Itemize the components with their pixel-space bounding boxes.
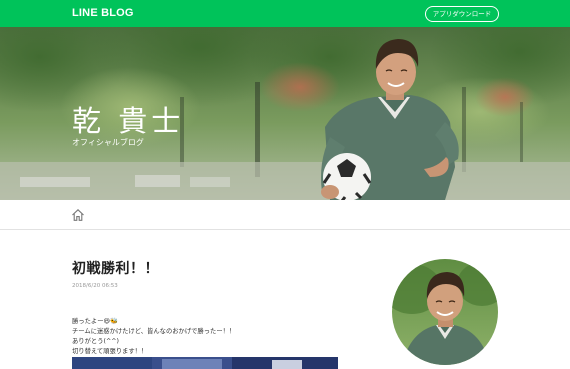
avatar-photo	[392, 259, 498, 365]
blogger-name: 乾 貴士	[72, 104, 185, 138]
hero-banner: 乾 貴士 オフィシャルブログ	[0, 27, 570, 200]
post-body: 勝ったよー😆🐝 チームに迷惑かけたけど、皆んなのおかげで勝ったー！！ ありがとう…	[72, 317, 235, 357]
official-blog-label: オフィシャルブログ	[72, 138, 144, 147]
post-line: チームに迷惑かけたけど、皆んなのおかげで勝ったー！！	[72, 328, 236, 335]
top-header: LINE BLOG アプリダウンロード	[0, 0, 570, 27]
post-line: 切り替えて頑張ります！！	[72, 348, 148, 355]
post-photo	[72, 357, 338, 369]
home-icon[interactable]	[71, 208, 85, 222]
post-line: ありがとう(^^)	[72, 338, 119, 345]
post-line: 勝ったよー😆🐝	[72, 318, 118, 325]
breadcrumb-bar	[0, 200, 570, 230]
post-date: 2018/6/20 06:53	[72, 283, 118, 289]
profile-avatar[interactable]	[392, 259, 498, 365]
app-download-button[interactable]: アプリダウンロード	[425, 6, 499, 22]
line-blog-logo[interactable]: LINE BLOG	[72, 7, 134, 19]
post-title[interactable]: 初戦勝利！！	[72, 258, 159, 278]
